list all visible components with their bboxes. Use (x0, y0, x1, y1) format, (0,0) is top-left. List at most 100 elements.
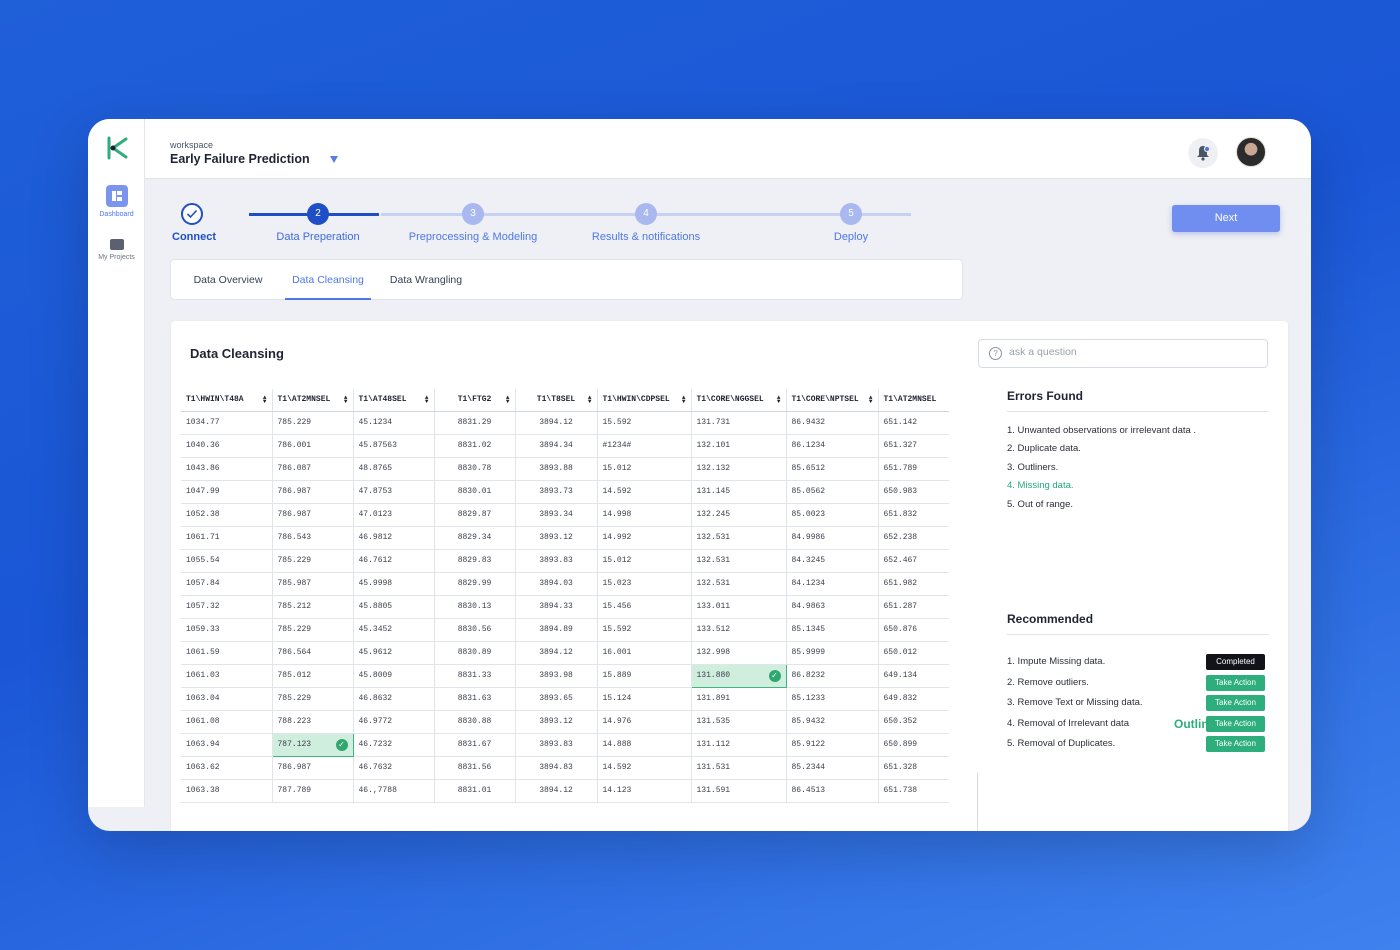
table-cell[interactable]: 46.8632 (353, 687, 435, 711)
table-cell[interactable]: 1063.94 (181, 733, 273, 757)
table-cell[interactable]: 8830.13 (434, 595, 516, 619)
table-cell[interactable]: 15.012 (597, 549, 692, 573)
step-2-dot[interactable]: 2 (307, 203, 329, 225)
table-cell[interactable]: 48.8765 (353, 457, 435, 481)
table-cell[interactable]: 788.223 (272, 710, 354, 734)
table-cell[interactable]: 132.531 (691, 526, 787, 550)
table-cell[interactable]: 45.8805 (353, 595, 435, 619)
table-cell[interactable]: 85.1233 (786, 687, 879, 711)
table-cell[interactable]: 131.145 (691, 480, 787, 504)
table-cell[interactable]: 3894.33 (515, 595, 598, 619)
table-cell[interactable]: 8831.29 (434, 411, 516, 435)
take-action-button[interactable]: Take Action (1206, 674, 1265, 691)
table-cell[interactable]: 650.352 (878, 710, 949, 734)
sort-icon[interactable]: ▲ ▼ (777, 395, 781, 405)
table-cell[interactable]: 785.229 (272, 687, 354, 711)
table-cell[interactable]: 1043.86 (181, 457, 273, 481)
table-cell[interactable]: 47.0123 (353, 503, 435, 527)
table-cell[interactable]: 786.987 (272, 503, 354, 527)
table-cell[interactable]: 15.592 (597, 618, 692, 642)
table-cell[interactable]: 85.6512 (786, 457, 879, 481)
table-cell[interactable]: 15.124 (597, 687, 692, 711)
table-cell[interactable]: 651.328 (878, 756, 949, 780)
table-cell[interactable]: 46.7632 (353, 756, 435, 780)
table-cell[interactable]: 133.512 (691, 618, 787, 642)
table-cell[interactable]: 8830.88 (434, 710, 516, 734)
user-avatar[interactable] (1236, 137, 1266, 167)
table-cell[interactable]: 131.535 (691, 710, 787, 734)
table-cell[interactable]: 1057.84 (181, 572, 273, 596)
table-cell[interactable]: 86.1234 (786, 434, 879, 458)
tab-data-overview[interactable]: Data Overview (185, 260, 271, 300)
table-cell[interactable]: 15.889 (597, 664, 692, 688)
table-cell[interactable]: 132.245 (691, 503, 787, 527)
step-label-deploy[interactable]: Deploy (834, 231, 868, 243)
table-cell[interactable]: 84.9986 (786, 526, 879, 550)
tab-data-wrangling[interactable]: Data Wrangling (383, 260, 469, 300)
step-5-dot[interactable]: 5 (840, 203, 862, 225)
table-cell[interactable]: 8829.83 (434, 549, 516, 573)
table-cell[interactable]: 131.891 (691, 687, 787, 711)
column-header[interactable]: T1\CORE\NGGSEL ▲ ▼ (691, 389, 787, 412)
column-header[interactable]: T1\HWIN\T48A ▲ ▼ (181, 389, 273, 412)
table-cell[interactable]: 47.8753 (353, 480, 435, 504)
table-cell[interactable]: 1059.33 (181, 618, 273, 642)
table-cell[interactable]: 785.987 (272, 572, 354, 596)
table-cell[interactable]: 46.7232 (353, 733, 435, 757)
step-1-dot[interactable] (181, 203, 203, 225)
tab-data-cleansing[interactable]: Data Cleansing (285, 260, 371, 300)
table-cell[interactable]: 14.998 (597, 503, 692, 527)
table-cell[interactable]: 8829.87 (434, 503, 516, 527)
table-cell[interactable]: 785.012 (272, 664, 354, 688)
ask-question-field[interactable]: ? (978, 339, 1268, 368)
table-cell[interactable]: 3893.65 (515, 687, 598, 711)
table-cell[interactable]: 14.123 (597, 779, 692, 803)
table-cell[interactable]: 133.011 (691, 595, 787, 619)
table-cell[interactable]: 131.112 (691, 733, 787, 757)
table-cell[interactable]: 649.134 (878, 664, 949, 688)
workspace-title[interactable]: Early Failure Prediction (170, 152, 310, 166)
table-cell[interactable]: 3893.12 (515, 526, 598, 550)
table-cell[interactable]: 14.592 (597, 480, 692, 504)
table-cell[interactable]: 46.7612 (353, 549, 435, 573)
step-3-dot[interactable]: 3 (462, 203, 484, 225)
table-cell[interactable]: 131.591 (691, 779, 787, 803)
step-label-data-preparation[interactable]: Data Preperation (276, 231, 359, 243)
table-cell[interactable]: 132.132 (691, 457, 787, 481)
table-cell[interactable]: 786.087 (272, 457, 354, 481)
table-cell[interactable]: 85.9122 (786, 733, 879, 757)
table-cell[interactable]: 3893.12 (515, 710, 598, 734)
table-cell[interactable]: 8831.67 (434, 733, 516, 757)
table-cell[interactable]: 8830.01 (434, 480, 516, 504)
table-cell[interactable]: 8830.89 (434, 641, 516, 665)
table-cell[interactable]: 85.9432 (786, 710, 879, 734)
table-cell[interactable]: 131.731 (691, 411, 787, 435)
table-cell[interactable]: 650.983 (878, 480, 949, 504)
table-cell[interactable]: 3894.83 (515, 756, 598, 780)
column-header[interactable]: T1\AT2MNSEL ▲ ▼ (272, 389, 354, 412)
table-cell[interactable]: 8830.56 (434, 618, 516, 642)
table-cell[interactable]: 785.212 (272, 595, 354, 619)
table-cell[interactable]: 3893.88 (515, 457, 598, 481)
table-cell[interactable]: 15.456 (597, 595, 692, 619)
table-cell[interactable]: 1061.08 (181, 710, 273, 734)
table-cell[interactable]: 8829.99 (434, 572, 516, 596)
table-cell[interactable]: 14.888 (597, 733, 692, 757)
table-cell[interactable]: 785.229 (272, 618, 354, 642)
table-cell[interactable]: 1055.54 (181, 549, 273, 573)
table-cell[interactable]: 786.001 (272, 434, 354, 458)
table-cell[interactable]: 650.012 (878, 641, 949, 665)
table-cell[interactable]: 84.9863 (786, 595, 879, 619)
table-cell[interactable]: 131.531 (691, 756, 787, 780)
table-cell[interactable]: 85.2344 (786, 756, 879, 780)
table-cell[interactable]: 1061.71 (181, 526, 273, 550)
sort-icon[interactable]: ▲ ▼ (344, 395, 348, 405)
table-cell[interactable]: 786.564 (272, 641, 354, 665)
table-cell[interactable]: 1040.36 (181, 434, 273, 458)
table-cell[interactable]: 14.976 (597, 710, 692, 734)
sort-icon[interactable]: ▲ ▼ (425, 395, 429, 405)
table-cell[interactable]: 8831.56 (434, 756, 516, 780)
table-cell[interactable]: 3893.73 (515, 480, 598, 504)
step-label-connect[interactable]: Connect (172, 231, 216, 243)
table-cell[interactable]: 84.1234 (786, 572, 879, 596)
